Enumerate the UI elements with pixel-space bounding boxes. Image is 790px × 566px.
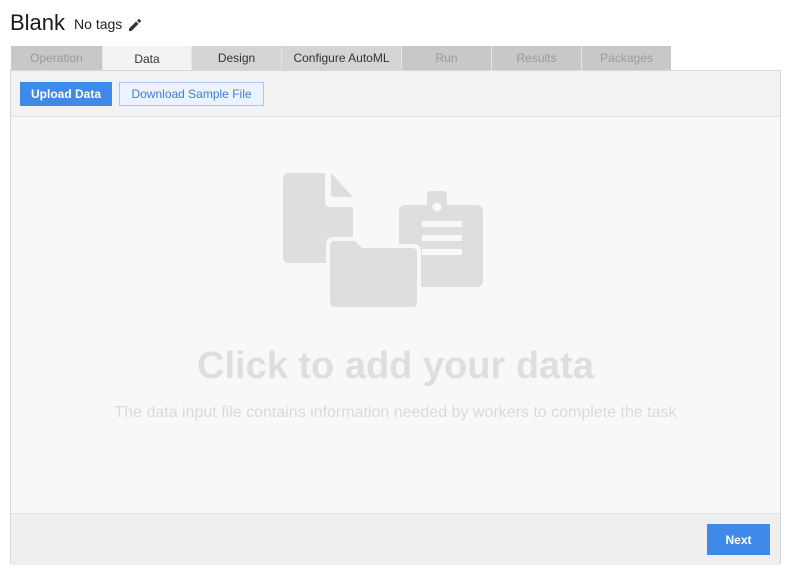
next-button[interactable]: Next bbox=[707, 524, 770, 555]
page-header: Blank No tags bbox=[10, 8, 142, 38]
data-files-icon bbox=[279, 173, 484, 320]
panel-footer: Next bbox=[11, 513, 780, 565]
tab-configure-automl[interactable]: Configure AutoML bbox=[282, 46, 402, 70]
pencil-icon[interactable] bbox=[128, 18, 142, 32]
data-dropzone[interactable]: Click to add your data The data input fi… bbox=[11, 117, 780, 513]
tab-results: Results bbox=[492, 46, 582, 70]
data-panel: Upload Data Download Sample File Click t… bbox=[10, 70, 781, 565]
add-data-hint: The data input file contains information… bbox=[114, 404, 677, 421]
data-toolbar: Upload Data Download Sample File bbox=[11, 71, 780, 117]
download-sample-file-button[interactable]: Download Sample File bbox=[119, 82, 264, 106]
tags-label[interactable]: No tags bbox=[74, 16, 122, 32]
tab-run: Run bbox=[402, 46, 492, 70]
tab-bar: Operation Data Design Configure AutoML R… bbox=[11, 46, 671, 71]
tab-operation: Operation bbox=[11, 46, 103, 70]
page-title: Blank bbox=[10, 10, 66, 35]
tab-data[interactable]: Data bbox=[103, 46, 192, 71]
add-data-heading: Click to add your data bbox=[197, 345, 594, 387]
tab-packages: Packages bbox=[582, 46, 671, 70]
tab-design[interactable]: Design bbox=[192, 46, 282, 70]
upload-data-button[interactable]: Upload Data bbox=[20, 82, 112, 106]
